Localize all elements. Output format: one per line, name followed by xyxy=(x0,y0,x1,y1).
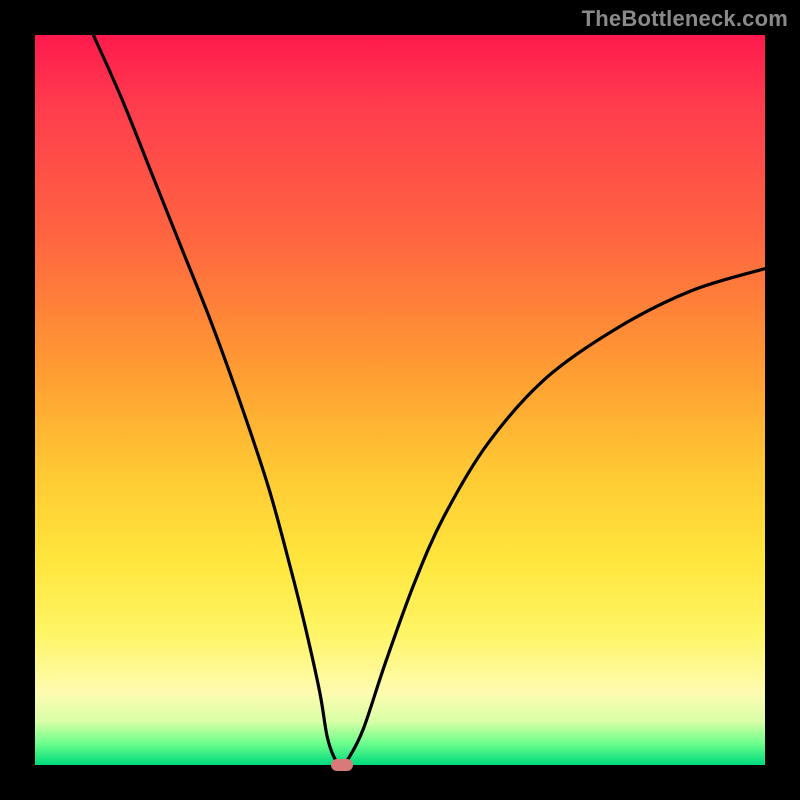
chart-frame: TheBottleneck.com xyxy=(0,0,800,800)
bottleneck-curve xyxy=(35,35,765,765)
plot-area xyxy=(35,35,765,765)
optimal-point-marker xyxy=(331,759,353,771)
watermark-text: TheBottleneck.com xyxy=(582,6,788,32)
